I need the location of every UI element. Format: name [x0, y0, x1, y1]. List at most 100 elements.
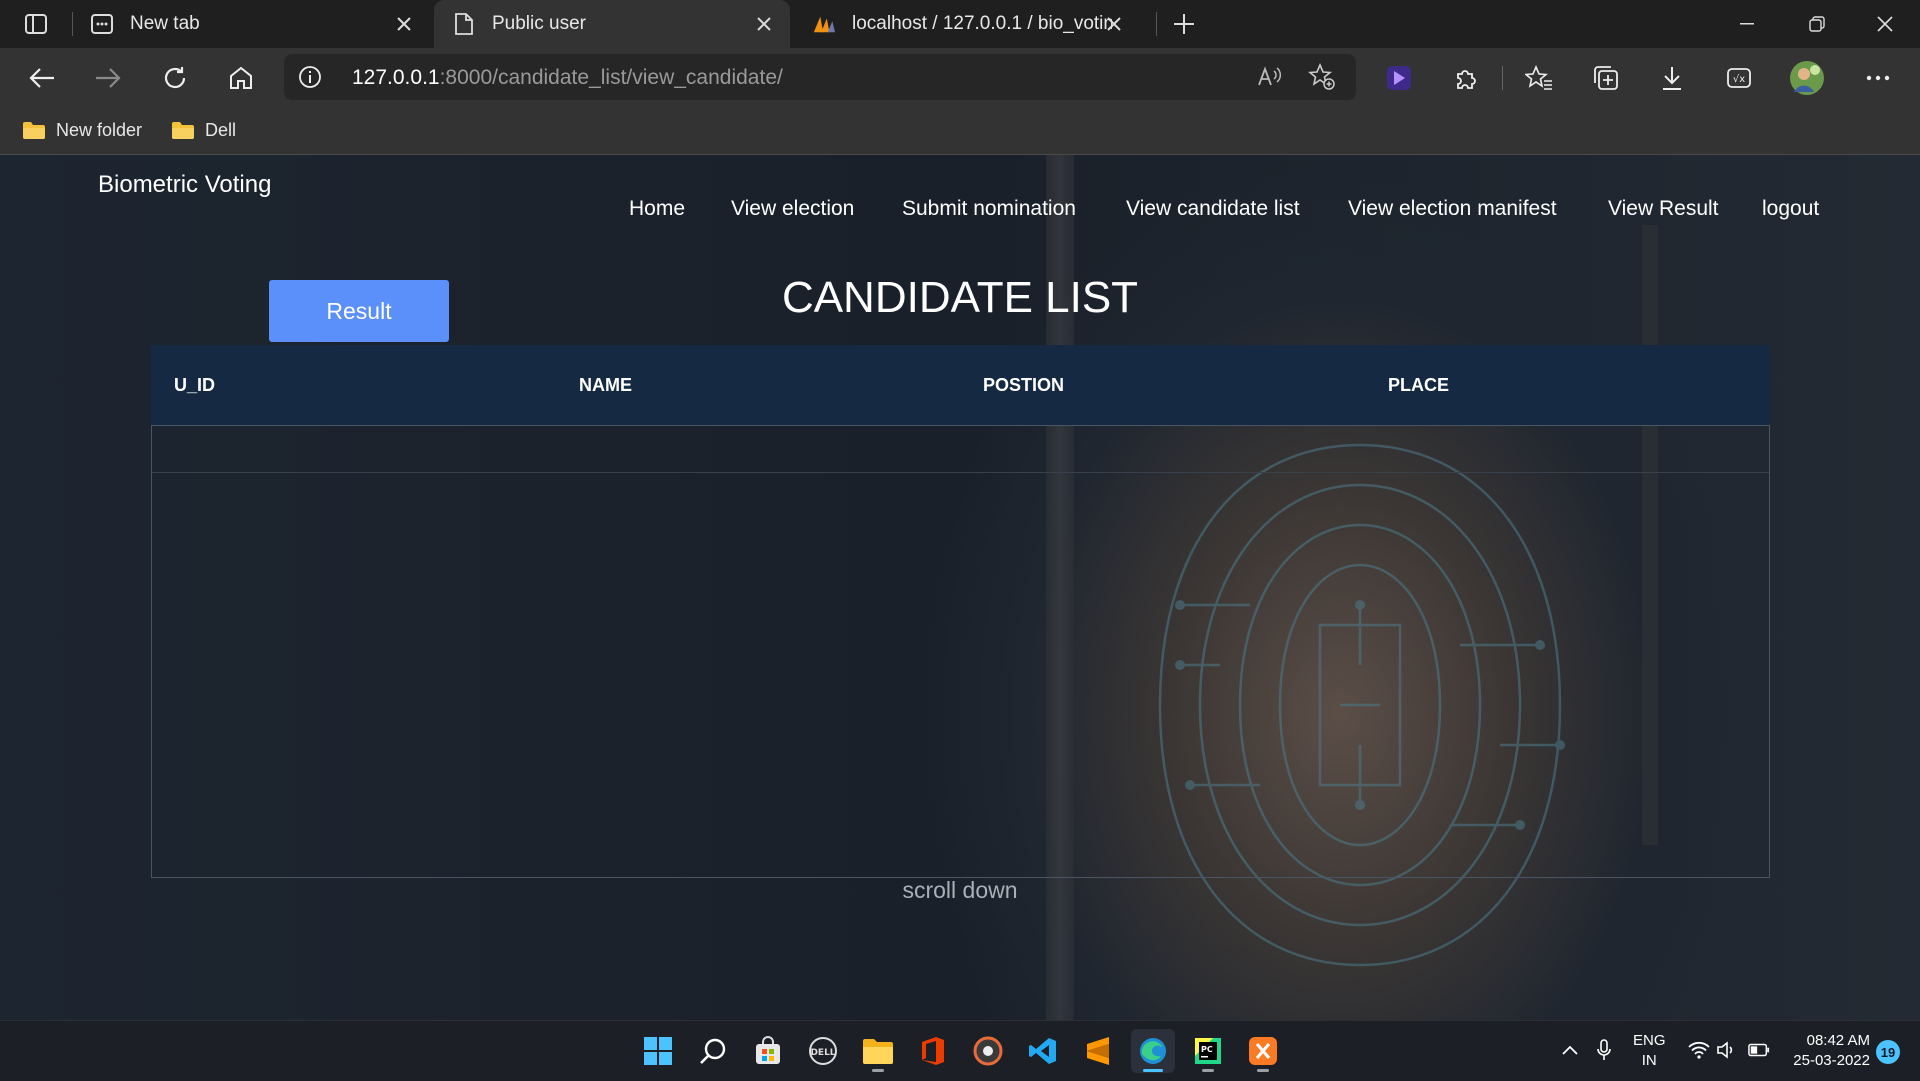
- tab-actions-button[interactable]: [14, 8, 58, 40]
- wifi-tray-button[interactable]: [1688, 1039, 1710, 1061]
- bookmark-label: Dell: [205, 119, 237, 140]
- dell-icon: DELL: [809, 1037, 837, 1065]
- close-icon[interactable]: [1102, 12, 1126, 36]
- nav-home[interactable]: Home: [629, 197, 685, 221]
- restore-icon: [1809, 16, 1825, 32]
- back-button[interactable]: [22, 58, 62, 98]
- taskbar-search-button[interactable]: [691, 1029, 735, 1073]
- profile-button[interactable]: [1787, 58, 1827, 98]
- newtab-icon: [90, 12, 114, 36]
- site-brand[interactable]: Biometric Voting: [98, 171, 271, 199]
- refresh-button[interactable]: [155, 58, 195, 98]
- new-tab-button[interactable]: [1166, 8, 1202, 40]
- volume-icon: [1717, 1041, 1733, 1059]
- system-clock[interactable]: 08:42 AM 25-03-2022: [1780, 1031, 1870, 1071]
- folder-icon: [172, 121, 194, 139]
- tab-phpmyadmin[interactable]: localhost / 127.0.0.1 / bio_voting: [794, 0, 1152, 48]
- settings-more-button[interactable]: [1858, 58, 1898, 98]
- file-explorer-icon: [863, 1039, 893, 1064]
- collections-button[interactable]: [1586, 58, 1626, 98]
- search-icon: [700, 1038, 726, 1064]
- taskbar-vscode[interactable]: [1021, 1029, 1065, 1073]
- svg-text:√x: √x: [1733, 74, 1745, 85]
- taskbar-dell[interactable]: DELL: [801, 1029, 845, 1073]
- xampp-icon: [1249, 1037, 1277, 1065]
- nav-view-result[interactable]: View Result: [1608, 197, 1719, 221]
- tab-strip: New tab Public user localhost / 127.0.0.…: [0, 0, 1920, 48]
- page-title: CANDIDATE LIST: [781, 273, 1139, 322]
- page-icon: [452, 12, 476, 36]
- taskbar-sublime[interactable]: [1076, 1029, 1120, 1073]
- start-button[interactable]: [636, 1029, 680, 1073]
- language-code: ENG: [1633, 1032, 1666, 1049]
- nav-view-election-manifest[interactable]: View election manifest: [1348, 197, 1557, 221]
- sublime-icon: [1087, 1037, 1109, 1065]
- plus-icon: [1174, 14, 1194, 34]
- collections-icon: [1594, 66, 1618, 90]
- minimize-button[interactable]: [1712, 0, 1782, 48]
- forward-button[interactable]: [88, 58, 128, 98]
- favorites-icon: [1525, 65, 1552, 90]
- nav-view-candidate-list[interactable]: View candidate list: [1126, 197, 1300, 221]
- svg-text:DELL: DELL: [810, 1048, 835, 1058]
- bookmark-dell[interactable]: Dell: [171, 116, 236, 144]
- close-icon[interactable]: [752, 12, 776, 36]
- taskbar-file-explorer[interactable]: [856, 1029, 900, 1073]
- site-info-icon[interactable]: [298, 65, 322, 89]
- taskbar-xampp[interactable]: [1241, 1029, 1285, 1073]
- column-header-place: PLACE: [1388, 375, 1450, 395]
- result-button[interactable]: Result: [269, 280, 449, 342]
- favorites-button[interactable]: [1519, 58, 1559, 98]
- math-solver-icon: √x: [1727, 68, 1751, 88]
- office-icon: [922, 1037, 944, 1065]
- taskbar: DELL PC ENG IN 08:42 AM 25-03-2022 19: [0, 1020, 1920, 1081]
- taskbar-pycharm[interactable]: PC: [1186, 1029, 1230, 1073]
- bookmarks-bar: New folder Dell: [0, 106, 1920, 155]
- taskbar-store[interactable]: [746, 1029, 790, 1073]
- close-icon: [1877, 16, 1893, 32]
- web-page: Biometric Voting Home View election Subm…: [0, 155, 1920, 1020]
- candidate-table-body[interactable]: [151, 425, 1770, 878]
- volume-tray-button[interactable]: [1716, 1039, 1738, 1061]
- bookmark-new-folder[interactable]: New folder: [22, 116, 142, 144]
- table-row: [152, 426, 1769, 473]
- read-aloud-icon[interactable]: [1256, 63, 1284, 91]
- tab-public-user[interactable]: Public user: [434, 0, 790, 48]
- favorite-add-icon[interactable]: [1308, 63, 1336, 91]
- taskbar-office[interactable]: [911, 1029, 955, 1073]
- media-player-icon: [973, 1036, 1003, 1066]
- show-hidden-icons-button[interactable]: [1559, 1039, 1581, 1061]
- input-language-indicator[interactable]: ENG IN: [1633, 1031, 1666, 1071]
- downloads-button[interactable]: [1652, 58, 1692, 98]
- nav-logout[interactable]: logout: [1762, 197, 1819, 221]
- address-bar[interactable]: 127.0.0.1:8000/candidate_list/view_candi…: [284, 54, 1356, 100]
- phpmyadmin-icon: [812, 12, 836, 36]
- region-code: IN: [1641, 1052, 1657, 1069]
- microphone-tray-button[interactable]: [1593, 1039, 1615, 1061]
- clock-time: 08:42 AM: [1806, 1032, 1870, 1049]
- taskbar-media-player[interactable]: [966, 1029, 1010, 1073]
- back-arrow-icon: [29, 68, 54, 88]
- url-host: 127.0.0.1: [352, 66, 440, 89]
- url-path: :8000/candidate_list/view_candidate/: [439, 66, 783, 89]
- battery-tray-button[interactable]: [1748, 1039, 1770, 1061]
- math-solver-button[interactable]: √x: [1719, 58, 1759, 98]
- home-button[interactable]: [221, 58, 261, 98]
- close-window-button[interactable]: [1850, 0, 1920, 48]
- extension-button[interactable]: [1379, 58, 1419, 98]
- taskbar-edge[interactable]: [1131, 1029, 1175, 1073]
- avatar: [1790, 61, 1824, 95]
- nav-submit-nomination[interactable]: Submit nomination: [902, 197, 1076, 221]
- media-extension-icon: [1387, 66, 1411, 90]
- extensions-button[interactable]: [1446, 58, 1486, 98]
- url-text[interactable]: 127.0.0.1:8000/candidate_list/view_candi…: [352, 66, 783, 90]
- store-icon: [756, 1036, 780, 1064]
- nav-view-election[interactable]: View election: [731, 197, 854, 221]
- restore-button[interactable]: [1782, 0, 1852, 48]
- edge-icon: [1140, 1038, 1166, 1064]
- notification-count-badge[interactable]: 19: [1876, 1040, 1900, 1064]
- tab-new-tab[interactable]: New tab: [72, 0, 430, 48]
- column-header-uid: U_ID: [174, 375, 216, 395]
- bookmark-label: New folder: [56, 119, 143, 140]
- close-icon[interactable]: [392, 12, 416, 36]
